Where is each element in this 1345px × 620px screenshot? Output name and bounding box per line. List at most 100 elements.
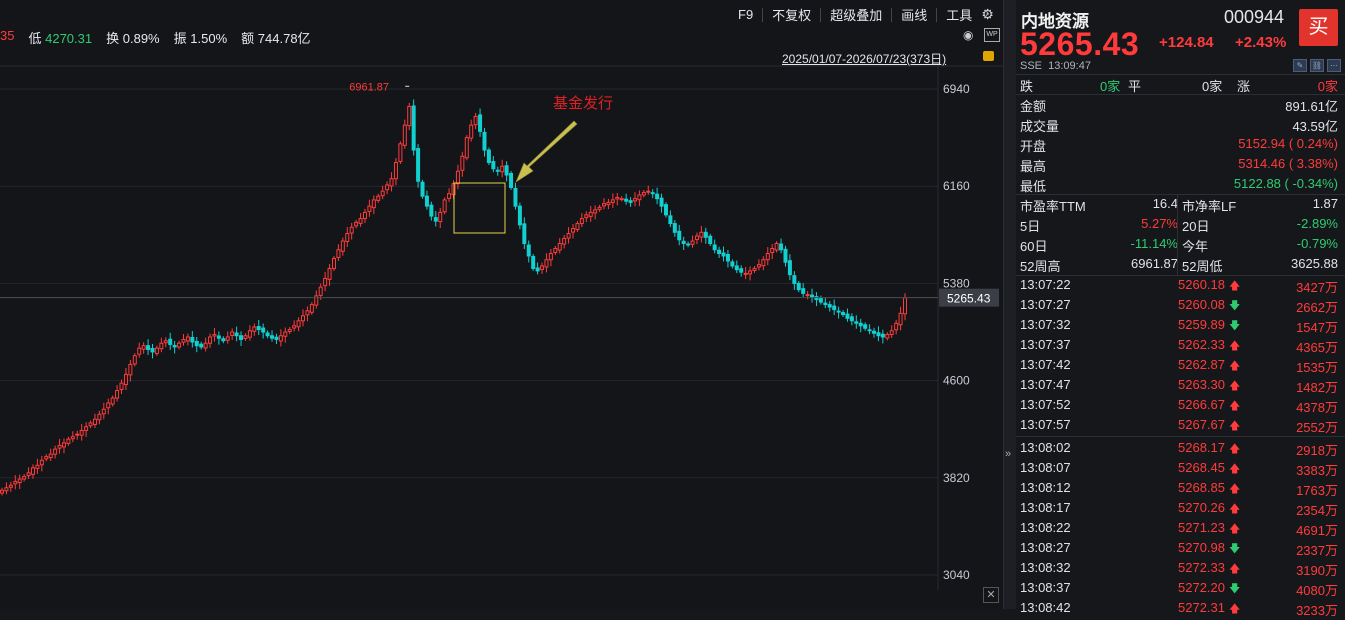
tick-row[interactable]: 13:07:27 5260.08 🡇 2662万 [1020, 297, 1338, 317]
tick-row[interactable]: 13:08:37 5272.20 🡇 4080万 [1020, 580, 1338, 600]
up-arrow-icon: 🡅 [1229, 562, 1241, 575]
tick-price: 5272.33 [1178, 560, 1225, 575]
candle-body [123, 373, 128, 386]
tick-time: 13:08:12 [1020, 480, 1071, 495]
candle-body [553, 248, 558, 253]
toolbar-overlay-button[interactable]: 超级叠加 [830, 5, 882, 24]
camera-icon[interactable]: ◉ [963, 28, 973, 42]
candle-body [712, 244, 717, 251]
toolbar-no-adjust-button[interactable]: 不复权 [772, 5, 811, 24]
tick-row[interactable]: 13:07:42 5262.87 🡅 1535万 [1020, 357, 1338, 377]
tick-row[interactable]: 13:07:22 5260.18 🡅 3427万 [1020, 277, 1338, 297]
candle-body [84, 426, 89, 431]
tick-row[interactable]: 13:08:02 5268.17 🡅 2918万 [1020, 440, 1338, 460]
metric-value: 16.4 [1152, 196, 1178, 211]
rise-label: 涨 [1237, 79, 1251, 94]
down-arrow-icon: 🡇 [1229, 299, 1241, 312]
tick-row[interactable]: 13:08:07 5268.45 🡅 3383万 [1020, 460, 1338, 480]
candle-body [66, 438, 71, 444]
candle-body [190, 336, 195, 343]
fall-value: 0家 [1100, 79, 1121, 94]
stat-row: 最高 5314.46 ( 3.38%) [1020, 156, 1338, 176]
tick-row[interactable]: 13:07:37 5262.33 🡅 4365万 [1020, 337, 1338, 357]
metric-row: 市盈率TTM 16.4 市净率LF 1.87 [1020, 196, 1338, 216]
candle-body [305, 310, 310, 316]
chart-area[interactable]: 6940 6160 5380 4600 3820 3040 5265.43 6961.87 基金… [0, 0, 1003, 609]
stat-row: 最低 5122.88 ( -0.34%) [1020, 176, 1338, 196]
tick-row[interactable]: 13:08:27 5270.98 🡇 2337万 [1020, 540, 1338, 560]
candle-body [22, 476, 27, 480]
candle-body [39, 459, 44, 466]
tick-price: 5266.67 [1178, 397, 1225, 412]
toolbar-tools-button[interactable]: 工具 [946, 5, 972, 24]
candle-body [602, 203, 606, 207]
candle-body [393, 162, 398, 180]
tick-row[interactable]: 13:07:57 5267.67 🡅 2552万 [1020, 417, 1338, 437]
candle-body [455, 170, 460, 185]
candle-body [296, 320, 301, 328]
buy-button[interactable]: 买 [1299, 9, 1338, 46]
candlestick-chart[interactable]: 6940 6160 5380 4600 3820 3040 5265.43 6961.87 基金… [0, 0, 1003, 609]
candle-body [650, 192, 655, 195]
tick-row[interactable]: 13:07:47 5263.30 🡅 1482万 [1020, 377, 1338, 397]
tick-row[interactable]: 13:08:22 5271.23 🡅 4691万 [1020, 520, 1338, 540]
candle-body [92, 418, 97, 425]
tick-time: 13:08:17 [1020, 500, 1071, 515]
tick-price: 5262.87 [1178, 357, 1225, 372]
candle-body [677, 230, 682, 241]
chart-toolbar: F9 不复权 超级叠加 画线 工具 ⚙ [738, 5, 994, 24]
candle-body [832, 305, 837, 311]
candle-body [429, 204, 434, 217]
tick-row[interactable]: 13:08:32 5272.33 🡅 3190万 [1020, 560, 1338, 580]
candle-body [571, 228, 576, 233]
candle-body [628, 200, 633, 203]
candle-body [531, 255, 536, 269]
tick-row[interactable]: 13:07:32 5259.89 🡇 1547万 [1020, 317, 1338, 337]
candle-body [261, 327, 266, 333]
candle-body [858, 322, 863, 327]
candle-body [690, 240, 695, 245]
candle-body [358, 218, 363, 224]
index-code: 000944 [1224, 7, 1285, 27]
edit-icon[interactable]: ✎ [1293, 59, 1307, 72]
candle-body [154, 347, 159, 354]
candle-body [588, 211, 593, 217]
candle-body [562, 238, 567, 245]
tick-time: 13:08:37 [1020, 580, 1071, 595]
link-icon[interactable]: ⛓ [1310, 59, 1324, 72]
candle-body [128, 363, 133, 376]
toolbar-f9-button[interactable]: F9 [738, 7, 753, 22]
tick-price: 5262.33 [1178, 337, 1225, 352]
wp-icon[interactable]: WP [984, 28, 1000, 42]
tick-row[interactable]: 13:08:17 5270.26 🡅 2354万 [1020, 500, 1338, 520]
tick-row[interactable]: 13:07:52 5266.67 🡅 4378万 [1020, 397, 1338, 417]
close-icon[interactable]: ✕ [983, 587, 999, 603]
candle-body [535, 267, 540, 272]
tick-volume: 2662万 [1296, 300, 1338, 315]
more-icon[interactable]: ⋯ [1327, 59, 1341, 72]
quote-tool-icons: ✎ ⛓ ⋯ [1293, 59, 1341, 72]
candle-body [61, 442, 66, 448]
candle-body [765, 252, 770, 261]
lock-icon[interactable] [983, 51, 994, 61]
candle-body [876, 332, 881, 337]
candle-body [566, 233, 571, 239]
chevron-right-icon[interactable]: › [985, 5, 989, 20]
stat-label: 最高 [1020, 159, 1047, 174]
price-change: +124.84 [1159, 34, 1214, 51]
candle-body [460, 155, 465, 171]
tick-row[interactable]: 13:08:42 5272.31 🡅 3233万 [1020, 600, 1338, 620]
annotation-box [453, 182, 506, 234]
tick-row[interactable]: 13:08:12 5268.85 🡅 1763万 [1020, 480, 1338, 500]
candle-body [885, 333, 890, 339]
toolbar-draw-button[interactable]: 画线 [901, 5, 927, 24]
collapse-icon[interactable]: » [1005, 448, 1011, 460]
date-range-selector[interactable]: 2025/01/07-2026/07/23(373日) [782, 50, 946, 67]
metric-label: 5日 [1020, 219, 1041, 234]
candle-body [624, 198, 629, 202]
candle-body [44, 456, 49, 460]
panel-divider[interactable] [1003, 0, 1017, 609]
candle-body [575, 223, 580, 231]
candle-body [734, 265, 739, 271]
candle-body [672, 223, 677, 233]
